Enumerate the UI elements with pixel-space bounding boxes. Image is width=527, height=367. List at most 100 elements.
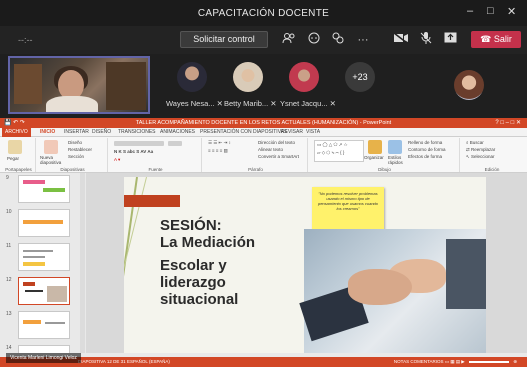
- section-button[interactable]: Sección: [68, 154, 84, 159]
- font-size-select[interactable]: [168, 141, 182, 146]
- slide-title-line: liderazgo: [160, 274, 226, 291]
- thumb-graphic: [23, 282, 35, 286]
- more-icon[interactable]: ···: [355, 32, 371, 48]
- tab-insertar[interactable]: INSERTAR: [64, 129, 89, 135]
- thumbnail-number: 13: [6, 311, 12, 317]
- tab-transiciones[interactable]: TRANSICIONES: [118, 129, 156, 135]
- tab-diseno[interactable]: DISEÑO: [92, 129, 111, 135]
- slide-title-line: Escolar y: [160, 257, 227, 274]
- arrange-icon[interactable]: [368, 140, 382, 154]
- background-shelf: [106, 62, 146, 110]
- participant-avatar[interactable]: [289, 62, 319, 92]
- share-icon[interactable]: [442, 32, 458, 48]
- chat-icon[interactable]: [306, 32, 322, 48]
- slide-thumbnail[interactable]: [18, 209, 70, 237]
- thumb-graphic: [23, 250, 53, 252]
- slide-thumbnail[interactable]: [18, 175, 70, 203]
- replace-button[interactable]: ⇄ Reemplazar: [466, 147, 495, 153]
- slide-thumbnail[interactable]: [18, 311, 70, 339]
- maximize-button[interactable]: □: [487, 5, 494, 17]
- mic-off-icon: ✕: [270, 99, 277, 108]
- handshake-image: [299, 229, 486, 353]
- thumbnail-number: 9: [6, 175, 9, 181]
- thumb-graphic: [23, 256, 45, 258]
- thumbnail-number: 11: [6, 243, 12, 249]
- mic-icon[interactable]: [418, 32, 434, 48]
- list-buttons[interactable]: ☰ ☰ ⇤ ⇥ ↕: [208, 140, 231, 146]
- find-button[interactable]: ⌕ Buscar: [466, 140, 484, 145]
- camera-icon[interactable]: [393, 32, 409, 48]
- active-speaker-video[interactable]: [8, 56, 150, 114]
- image-hand: [348, 269, 412, 305]
- thumb-graphic: [43, 188, 65, 192]
- thumb-graphic: [23, 220, 63, 224]
- reset-button[interactable]: Restablecer: [68, 147, 92, 152]
- font-style-buttons[interactable]: N K S abc S AV Aa: [114, 149, 153, 154]
- quick-styles-icon[interactable]: [388, 140, 402, 154]
- accent-bar: [124, 195, 180, 207]
- tab-animaciones[interactable]: ANIMACIONES: [160, 129, 195, 135]
- new-slide-icon[interactable]: [44, 140, 58, 154]
- thumbnails-scrollbar[interactable]: [80, 173, 85, 353]
- participant-avatar[interactable]: [233, 62, 263, 92]
- font-color-button[interactable]: A ▾: [114, 157, 120, 163]
- ribbon-tabs: ARCHIVO INICIO INSERTAR DISEÑO TRANSICIO…: [0, 128, 527, 137]
- background-shelf: [14, 64, 42, 104]
- layout-button[interactable]: Diseño: [68, 140, 82, 145]
- shapes-icons: ▭ ◯ △ ⬠ ↗ ☆: [317, 142, 348, 147]
- more-participants-badge[interactable]: +23: [345, 62, 375, 92]
- thumb-graphic: [23, 262, 45, 266]
- thumb-graphic: [25, 290, 43, 292]
- leave-button[interactable]: ☎ Salir: [471, 31, 521, 48]
- close-button[interactable]: ✕: [507, 5, 516, 18]
- zoom-slider[interactable]: [468, 360, 509, 363]
- tab-archivo[interactable]: ARCHIVO: [2, 128, 31, 137]
- thumbnail-number: 14: [6, 345, 12, 351]
- shape-outline-button[interactable]: Contorno de forma: [408, 147, 446, 152]
- thumbnail-number: 10: [6, 209, 12, 215]
- thumb-graphic: [23, 180, 45, 184]
- group-parrafo: ☰ ☰ ⇤ ⇥ ↕ ≡ ≡ ≡ ≡ ▥ Dirección del texto …: [204, 138, 308, 172]
- image-sleeve: [446, 239, 486, 309]
- shape-effects-button[interactable]: Efectos de forma: [408, 154, 442, 159]
- paste-icon[interactable]: [8, 140, 22, 154]
- participant-avatar[interactable]: [177, 62, 207, 92]
- text-direction-button[interactable]: Dirección del texto: [258, 140, 295, 145]
- participants-strip: Wayes Nesa... ✕ Betty Marib... ✕ Ysnet J…: [0, 54, 527, 118]
- reactions-icon[interactable]: [330, 32, 346, 48]
- minimize-button[interactable]: –: [467, 5, 473, 17]
- quote-text: "No podemos resolver problemas usando el…: [317, 191, 379, 211]
- ribbon: Pegar Portapapeles Nueva diapositiva Dis…: [0, 137, 527, 173]
- convert-smartart-button[interactable]: Convertir a SmartArt: [258, 154, 299, 159]
- shapes-icons: ▱ ◇ ⬡ ⤷ ⌒ { }: [317, 150, 345, 155]
- tab-revisar[interactable]: REVISAR: [281, 129, 303, 135]
- powerpoint-window-controls[interactable]: ? □ – □ ✕: [495, 118, 521, 128]
- font-family-select[interactable]: [114, 141, 164, 146]
- slide-thumbnail-selected[interactable]: [18, 277, 70, 305]
- align-text-button[interactable]: Alinear texto: [258, 147, 283, 152]
- thumb-graphic: [23, 320, 41, 324]
- shared-powerpoint-screen: 💾 ↶ ↷ TALLER ACOMPAÑAMIENTO DOCENTE EN L…: [0, 118, 527, 367]
- group-label: Dibujo: [378, 167, 391, 172]
- slide-thumbnails-pane: 9 10 11 12 13 14: [0, 173, 86, 353]
- slide-title-line: La Mediación: [160, 234, 256, 251]
- tab-presentacion[interactable]: PRESENTACIÓN CON DIAPOSITIVAS: [200, 129, 287, 135]
- slide-title-line: situacional: [160, 291, 239, 308]
- powerpoint-document-title: TALLER ACOMPAÑAMIENTO DOCENTE EN LOS RET…: [135, 120, 392, 126]
- shapes-gallery[interactable]: ▭ ◯ △ ⬠ ↗ ☆ ▱ ◇ ⬡ ⤷ ⌒ { }: [314, 140, 364, 162]
- current-slide[interactable]: SESIÓN: La Mediación Escolar y liderazgo…: [124, 177, 486, 353]
- shape-fill-button[interactable]: Relleno de forma: [408, 140, 442, 145]
- new-slide-label: Nueva diapositiva: [40, 155, 62, 165]
- select-button[interactable]: ↖ Seleccionar: [466, 154, 495, 160]
- call-timer: --:--: [18, 35, 33, 45]
- self-avatar[interactable]: [454, 70, 484, 100]
- align-buttons[interactable]: ≡ ≡ ≡ ≡ ▥: [208, 148, 228, 154]
- quick-access-icons[interactable]: 💾 ↶ ↷: [4, 118, 25, 128]
- slide-thumbnail[interactable]: [18, 345, 70, 353]
- participant-name: Betty Marib... ✕: [224, 99, 277, 108]
- tab-inicio[interactable]: INICIO: [40, 129, 55, 135]
- people-icon[interactable]: [281, 32, 297, 48]
- tab-vista[interactable]: VISTA: [306, 129, 320, 135]
- slide-thumbnail[interactable]: [18, 243, 70, 271]
- request-control-button[interactable]: Solicitar control: [180, 31, 268, 48]
